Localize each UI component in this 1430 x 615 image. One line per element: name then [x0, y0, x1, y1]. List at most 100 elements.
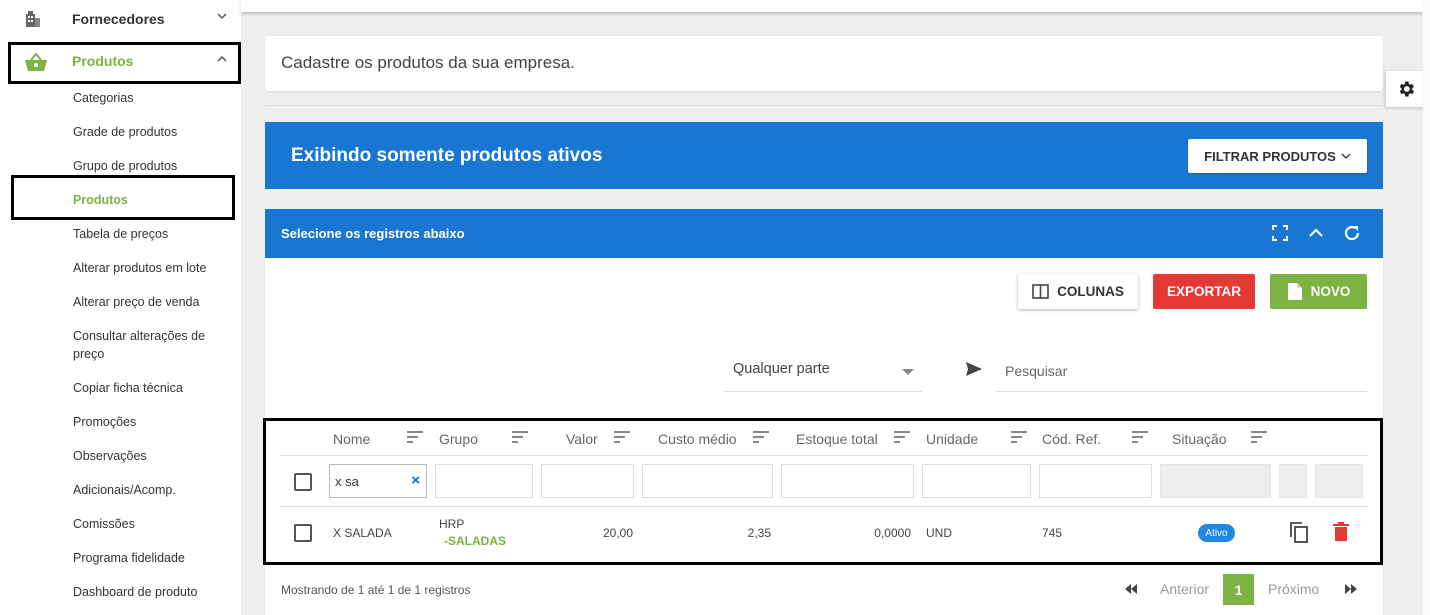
sort-icon[interactable]: [753, 431, 769, 443]
cell-nome: X SALADA: [333, 526, 392, 540]
column-header-valor[interactable]: Valor: [566, 431, 598, 447]
sidebar-subitem-promocoes[interactable]: Promoções: [73, 413, 136, 431]
sidebar-subitem-tabela-precos[interactable]: Tabela de preços: [73, 225, 168, 243]
search-mode-select[interactable]: Qualquer parte: [724, 354, 922, 392]
records-summary: Mostrando de 1 até 1 de 1 registros: [281, 583, 471, 597]
first-page-icon[interactable]: [1124, 584, 1138, 594]
filter-disabled-cell: [1279, 464, 1307, 498]
sidebar-subitem-fidelidade[interactable]: Programa fidelidade: [73, 549, 185, 567]
current-page-button[interactable]: 1: [1223, 574, 1254, 605]
fullscreen-icon[interactable]: [1271, 224, 1289, 242]
filter-unidade-input[interactable]: [922, 464, 1031, 498]
sort-icon[interactable]: [407, 431, 423, 443]
description-card: Cadastre os produtos da sua empresa.: [265, 36, 1383, 91]
chevron-down-icon: [217, 13, 227, 20]
cell-unidade: UND: [926, 526, 952, 540]
sidebar-subitem-grade[interactable]: Grade de produtos: [73, 123, 177, 141]
sidebar-subitem-categorias[interactable]: Categorias: [73, 89, 133, 107]
columns-button[interactable]: COLUNAS: [1018, 274, 1138, 309]
export-button[interactable]: EXPORTAR: [1153, 274, 1255, 309]
cell-grupo-bottom: -SALADAS: [444, 534, 506, 548]
sidebar-subitem-adicionais[interactable]: Adicionais/Acomp.: [73, 481, 176, 499]
sidebar-subitem-observacoes[interactable]: Observações: [73, 447, 147, 465]
previous-page-button[interactable]: Anterior: [1160, 573, 1209, 604]
dropdown-arrow-icon: [902, 369, 914, 375]
chevron-down-icon: [1341, 153, 1351, 159]
column-header-nome[interactable]: Nome: [333, 431, 370, 447]
sort-icon[interactable]: [512, 431, 528, 443]
search-input[interactable]: [1005, 363, 1355, 379]
filter-valor-input[interactable]: [541, 464, 634, 498]
column-header-grupo[interactable]: Grupo: [439, 431, 478, 447]
cell-cod-ref: 745: [1042, 526, 1063, 540]
cell-valor: 20,00: [602, 526, 633, 540]
sidebar-subitem-consultar-alteracoes[interactable]: Consultar alterações de: [73, 327, 205, 345]
page-description: Cadastre os produtos da sua empresa.: [281, 53, 575, 72]
send-icon[interactable]: [965, 361, 983, 377]
sort-icon[interactable]: [1251, 431, 1267, 443]
row-checkbox[interactable]: [294, 524, 312, 542]
sidebar-item-produtos[interactable]: Produtos: [8, 42, 241, 84]
products-table: Nome Grupo Valor Custo médio Estoque tot…: [263, 418, 1383, 565]
filter-estoque-input[interactable]: [781, 464, 914, 498]
sidebar-subitem-grupo[interactable]: Grupo de produtos: [73, 157, 177, 175]
filter-disabled-cell: [1315, 464, 1363, 498]
cell-estoque: 0,0000: [874, 526, 911, 540]
filter-products-button[interactable]: FILTRAR PRODUTOS: [1188, 139, 1367, 173]
sort-icon[interactable]: [1011, 431, 1027, 443]
next-page-button[interactable]: Próximo: [1268, 573, 1319, 604]
columns-label: COLUNAS: [1057, 284, 1124, 299]
filter-grupo-input[interactable]: [435, 464, 533, 498]
filter-cod-ref-input[interactable]: [1039, 464, 1152, 498]
sidebar-item-label: Produtos: [72, 53, 134, 69]
sidebar-subitem-comissoes[interactable]: Comissões: [73, 515, 135, 533]
chevron-up-icon: [217, 55, 227, 62]
sidebar: Fornecedores Produtos Categorias Grade d…: [0, 0, 241, 615]
settings-button[interactable]: [1386, 71, 1426, 107]
sort-icon[interactable]: [614, 431, 630, 443]
column-header-situacao[interactable]: Situação: [1172, 431, 1226, 447]
column-header-unidade[interactable]: Unidade: [926, 431, 978, 447]
filter-custo-input[interactable]: [642, 464, 773, 498]
column-header-estoque[interactable]: Estoque total: [796, 431, 878, 447]
last-page-icon[interactable]: [1344, 584, 1358, 594]
top-bar: [241, 0, 1423, 12]
copy-icon[interactable]: [1289, 521, 1309, 544]
search-mode-value: Qualquer parte: [733, 361, 830, 377]
column-header-cod-ref[interactable]: Cód. Ref.: [1042, 431, 1101, 447]
refresh-icon[interactable]: [1343, 224, 1361, 242]
export-label: EXPORTAR: [1166, 284, 1241, 299]
sidebar-item-fornecedores[interactable]: Fornecedores: [0, 0, 241, 38]
status-badge: Ativo: [1198, 524, 1235, 542]
sidebar-subitem-copiar-ficha[interactable]: Copiar ficha técnica: [73, 379, 183, 397]
sidebar-subitem-alterar-preco[interactable]: Alterar preço de venda: [73, 293, 199, 311]
sidebar-subitem-dashboard[interactable]: Dashboard de produto: [73, 583, 197, 601]
basket-icon: [25, 53, 47, 71]
divider: [280, 455, 1368, 456]
sidebar-subitem-consultar-alteracoes-cont[interactable]: preço: [73, 345, 104, 363]
search-field[interactable]: [997, 354, 1367, 392]
filter-banner: Exibindo somente produtos ativos FILTRAR…: [265, 122, 1383, 189]
banner-title: Exibindo somente produtos ativos: [291, 145, 603, 166]
filter-products-label: FILTRAR PRODUTOS: [1204, 148, 1336, 164]
sidebar-subitem-produtos[interactable]: Produtos: [73, 191, 128, 209]
new-button[interactable]: NOVO: [1270, 274, 1367, 309]
cell-grupo-top: HRP: [439, 517, 465, 531]
scrollbar[interactable]: [1423, 0, 1430, 615]
select-all-checkbox[interactable]: [294, 473, 312, 491]
gear-icon: [1399, 81, 1414, 97]
columns-icon: [1032, 284, 1049, 299]
column-header-custo[interactable]: Custo médio: [658, 431, 737, 447]
building-icon: [26, 11, 40, 27]
filter-nome-input[interactable]: x sa ×: [329, 464, 427, 498]
sidebar-item-label: Fornecedores: [72, 11, 165, 27]
divider: [265, 105, 1383, 106]
clear-icon[interactable]: ×: [411, 472, 420, 489]
cell-custo: 2,35: [747, 526, 771, 540]
trash-icon[interactable]: [1333, 522, 1349, 542]
sort-icon[interactable]: [1132, 431, 1148, 443]
collapse-icon[interactable]: [1307, 224, 1325, 242]
sidebar-subitem-alterar-lote[interactable]: Alterar produtos em lote: [73, 259, 206, 277]
new-label: NOVO: [1310, 284, 1351, 299]
sort-icon[interactable]: [894, 431, 910, 443]
